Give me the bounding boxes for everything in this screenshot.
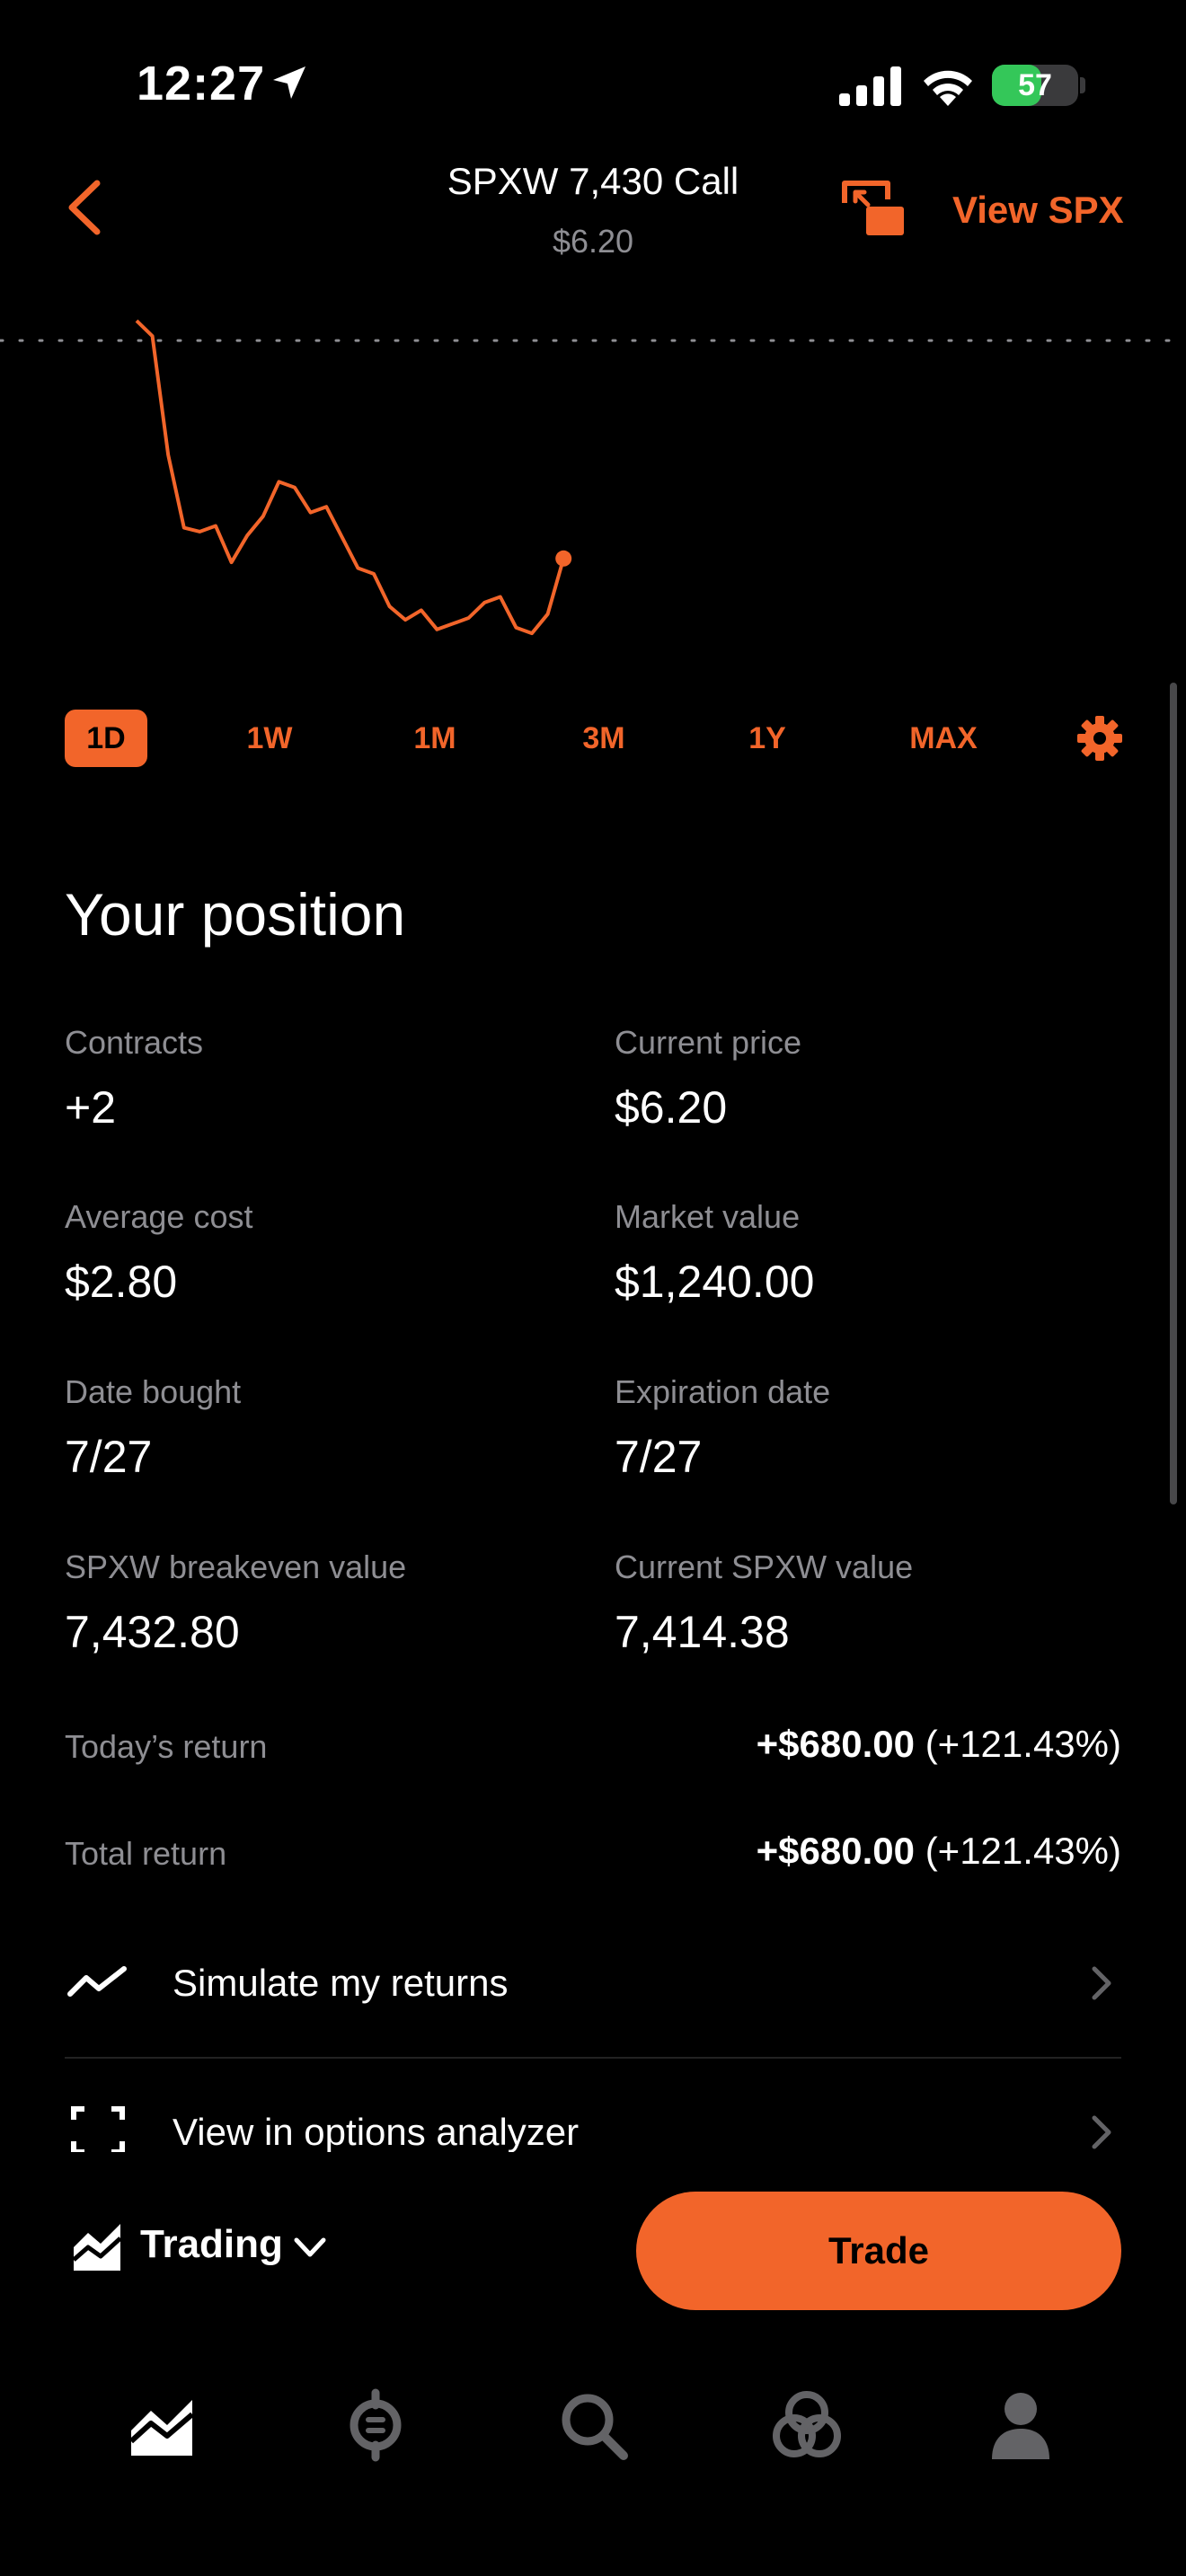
current-price-value: $6.20 <box>615 1082 728 1133</box>
chart-settings-gear-icon[interactable] <box>1076 715 1123 762</box>
market-value-value: $1,240.00 <box>615 1257 815 1307</box>
total-return-label: Total return <box>65 1835 227 1872</box>
timeframe-1m[interactable]: 1M <box>394 710 476 767</box>
contracts-value: +2 <box>65 1082 117 1133</box>
date-bought-label: Date bought <box>65 1373 242 1410</box>
chevron-right-icon[interactable] <box>1085 1962 1118 2005</box>
location-arrow-icon <box>273 66 305 99</box>
todays-return-amount: +$680.00 <box>756 1723 916 1765</box>
timeframe-1d[interactable]: 1D <box>65 710 147 767</box>
current-price-label: Current price <box>615 1024 802 1061</box>
cellular-signal-icon <box>839 66 901 106</box>
breakeven-value: 7,432.80 <box>65 1607 240 1657</box>
todays-return-percent: (+121.43%) <box>925 1723 1121 1765</box>
last-price-marker <box>555 550 572 567</box>
todays-return-label: Today’s return <box>65 1728 268 1765</box>
price-line <box>135 319 566 636</box>
date-bought-value: 7/27 <box>65 1432 153 1482</box>
price-chart[interactable] <box>0 287 1186 674</box>
view-spx-link[interactable]: View SPX <box>952 189 1124 232</box>
current-spxw-label: Current SPXW value <box>615 1548 914 1585</box>
timeframe-3m[interactable]: 3M <box>562 710 645 767</box>
total-return-value: +$680.00 (+121.43%) <box>757 1830 1121 1873</box>
total-return-amount: +$680.00 <box>756 1830 916 1872</box>
investing-icon[interactable] <box>124 2387 199 2463</box>
timeframe-1y[interactable]: 1Y <box>726 710 809 767</box>
chevron-right-icon[interactable] <box>1085 2111 1118 2154</box>
current-spxw-value: 7,414.38 <box>615 1607 790 1657</box>
analyzer-frame-icon <box>71 2106 125 2155</box>
market-value-label: Market value <box>615 1198 801 1235</box>
network-icon[interactable] <box>769 2387 845 2463</box>
trading-mode-label[interactable]: Trading <box>140 2222 283 2267</box>
options-analyzer-row[interactable]: View in options analyzer <box>173 2111 579 2154</box>
timeframe-1w[interactable]: 1W <box>228 710 311 767</box>
account-icon[interactable] <box>983 2387 1058 2463</box>
row-divider <box>65 2057 1121 2059</box>
trend-line-icon <box>67 1966 127 1997</box>
option-price: $6.20 <box>552 223 634 260</box>
battery-percent: 57 <box>1018 68 1052 102</box>
average-cost-label: Average cost <box>65 1198 253 1235</box>
search-icon[interactable] <box>555 2387 631 2463</box>
chevron-down-icon[interactable] <box>289 2231 331 2263</box>
timeframe-max[interactable]: MAX <box>895 710 992 767</box>
battery-tip <box>1080 77 1085 93</box>
average-cost-value: $2.80 <box>65 1257 178 1307</box>
expiration-date-value: 7/27 <box>615 1432 703 1482</box>
position-title: Your position <box>65 881 406 948</box>
trading-chart-icon <box>72 2224 122 2271</box>
scrollbar[interactable] <box>1170 683 1177 1504</box>
todays-return-value: +$680.00 (+121.43%) <box>757 1723 1121 1766</box>
total-return-percent: (+121.43%) <box>925 1830 1121 1872</box>
expiration-date-label: Expiration date <box>615 1373 831 1410</box>
crypto-icon[interactable] <box>338 2387 413 2463</box>
option-title: SPXW 7,430 Call <box>447 160 739 202</box>
contracts-label: Contracts <box>65 1024 204 1061</box>
wifi-icon <box>924 70 972 106</box>
back-chevron-icon[interactable] <box>59 176 113 239</box>
picture-in-picture-icon[interactable] <box>839 178 907 239</box>
battery-indicator: 57 <box>992 65 1078 106</box>
status-time: 12:27 <box>137 57 266 110</box>
simulate-returns-row[interactable]: Simulate my returns <box>173 1962 508 2005</box>
trade-button[interactable]: Trade <box>636 2192 1121 2310</box>
breakeven-label: SPXW breakeven value <box>65 1548 407 1585</box>
